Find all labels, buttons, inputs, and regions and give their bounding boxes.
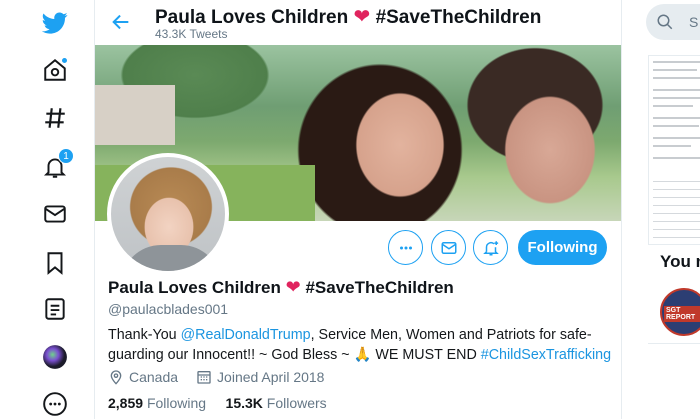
bell-plus-icon xyxy=(482,240,499,255)
more-dots-icon xyxy=(399,246,412,249)
profile-name-text: Paula Loves Children xyxy=(108,278,281,297)
banner-building xyxy=(95,85,175,145)
back-arrow-icon[interactable] xyxy=(110,11,132,33)
profile-bio: Thank-You @RealDonaldTrump, Service Men,… xyxy=(108,325,613,365)
doc-line xyxy=(653,157,700,159)
profile-avatar-icon[interactable] xyxy=(40,342,70,372)
location-pin-icon xyxy=(110,370,122,385)
doc-line xyxy=(653,89,700,91)
bio-hashtag-link[interactable]: #ChildSexTrafficking xyxy=(481,347,611,363)
followers-count: 15.3K xyxy=(225,395,263,411)
doc-table xyxy=(653,174,700,242)
doc-line xyxy=(653,145,691,147)
twitter-logo-icon[interactable] xyxy=(40,8,70,38)
left-nav: 1 xyxy=(0,0,95,419)
suggested-account-avatar[interactable]: SGT REPORT xyxy=(660,288,700,336)
who-to-follow-heading: You m xyxy=(660,252,700,271)
doc-line xyxy=(653,61,700,63)
header-title: Paula Loves Children ❤ #SaveTheChildren xyxy=(155,4,541,29)
calendar-icon xyxy=(197,371,211,384)
bio-mention-link[interactable]: @RealDonaldTrump xyxy=(181,327,311,343)
doc-line xyxy=(653,69,697,71)
sgt-logo-text: SGT REPORT xyxy=(664,306,700,322)
profile-name-tag: #SaveTheChildren xyxy=(305,278,454,297)
lists-icon[interactable] xyxy=(40,294,70,324)
notify-button[interactable] xyxy=(473,230,508,265)
notifications-bell-icon[interactable]: 1 xyxy=(40,148,74,182)
bio-text-1: Thank-You xyxy=(108,327,181,343)
profile-handle: @paulacblades001 xyxy=(108,301,229,317)
profile-joined-date: Joined April 2018 xyxy=(217,369,325,385)
home-unread-dot xyxy=(61,57,68,64)
envelope-icon xyxy=(441,241,456,254)
doc-line xyxy=(653,97,700,99)
bookmarks-icon[interactable] xyxy=(40,248,70,278)
header-title-tag: #SaveTheChildren xyxy=(375,7,542,28)
avatar-shirt xyxy=(121,245,221,271)
profile-main-column: Paula Loves Children ❤ #SaveTheChildren … xyxy=(95,0,622,419)
more-options-icon[interactable] xyxy=(40,389,70,419)
sidebar-divider xyxy=(648,343,700,344)
doc-line xyxy=(653,137,700,139)
profile-location: Canada xyxy=(129,369,179,385)
search-box[interactable]: S xyxy=(646,4,700,40)
following-count: 2,859 xyxy=(108,395,144,411)
profile-counts: 2,859 Following 15.3K Followers xyxy=(108,395,327,411)
doc-line xyxy=(653,125,699,127)
profile-heart-icon: ❤ xyxy=(285,277,301,297)
home-icon[interactable] xyxy=(40,55,70,85)
trending-document-thumbnail[interactable] xyxy=(648,55,700,245)
explore-hashtag-icon[interactable] xyxy=(40,103,70,133)
following-link[interactable]: 2,859 Following xyxy=(108,395,206,411)
following-label: Following xyxy=(146,395,207,411)
search-icon xyxy=(657,14,673,30)
doc-line xyxy=(653,117,700,119)
message-button[interactable] xyxy=(431,230,466,265)
profile-avatar[interactable] xyxy=(107,153,229,275)
header-heart-icon: ❤ xyxy=(353,6,371,28)
more-options-button[interactable] xyxy=(388,230,423,265)
messages-envelope-icon[interactable] xyxy=(40,199,70,229)
profile-meta: Canada Joined April 2018 xyxy=(108,369,324,385)
profile-name: Paula Loves Children ❤ #SaveTheChildren xyxy=(108,277,454,298)
following-button[interactable]: Following xyxy=(518,230,607,265)
search-placeholder: S xyxy=(689,14,699,30)
followers-link[interactable]: 15.3K Followers xyxy=(226,395,327,411)
doc-line xyxy=(653,77,700,79)
doc-line xyxy=(653,105,693,107)
tweets-count: 43.3K Tweets xyxy=(155,27,228,41)
header-title-name: Paula Loves Children xyxy=(155,7,349,28)
right-sidebar: S You m SGT REPORT xyxy=(622,0,700,419)
profile-header: Paula Loves Children ❤ #SaveTheChildren … xyxy=(95,0,621,45)
followers-label: Followers xyxy=(266,395,327,411)
notifications-badge: 1 xyxy=(58,148,74,164)
